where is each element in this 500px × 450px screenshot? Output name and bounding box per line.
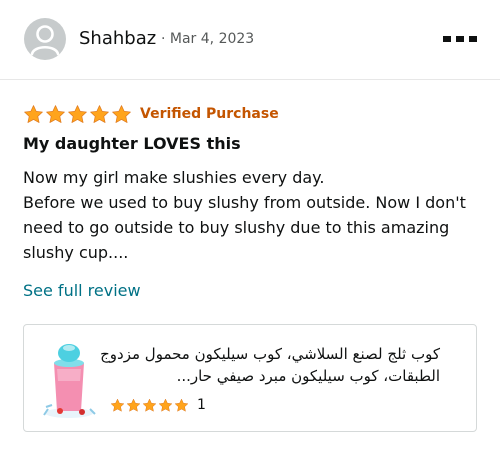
reviewer-name[interactable]: Shahbaz [79,28,156,49]
star-icon [112,104,131,123]
product-title[interactable]: كوب ثلج لصنع السلاشي، كوب سيليكون محمول … [100,343,440,387]
review-title: My daughter LOVES this [23,134,241,153]
star-icon [158,398,173,411]
menu-dot [456,36,464,42]
product-rating-count: 1 [197,397,206,413]
star-icon [68,104,87,123]
product-card[interactable]: كوب ثلج لصنع السلاشي، كوب سيليكون محمول … [23,324,477,432]
review-body: Now my girl make slushies every day. Bef… [23,168,466,262]
product-image[interactable] [38,335,100,421]
review-rating-row: Verified Purchase [23,103,279,125]
menu-dot [469,36,477,42]
product-star-rating [110,398,189,413]
see-full-review-link[interactable]: See full review [23,281,141,300]
star-icon [126,398,141,411]
star-icon [90,104,109,123]
star-icon [142,398,157,411]
star-icon [24,104,43,123]
star-icon [46,104,65,123]
menu-dot [443,36,451,42]
review-star-rating [23,104,132,125]
star-icon [110,398,125,411]
star-icon [174,398,189,411]
review-header: Shahbaz · Mar 4, 2023 [0,0,500,80]
more-options-icon[interactable] [443,36,477,46]
user-avatar-icon[interactable] [24,18,66,60]
product-rating: 1 [110,397,206,413]
review-date: · Mar 4, 2023 [161,31,255,47]
verified-purchase-badge: Verified Purchase [140,106,279,122]
